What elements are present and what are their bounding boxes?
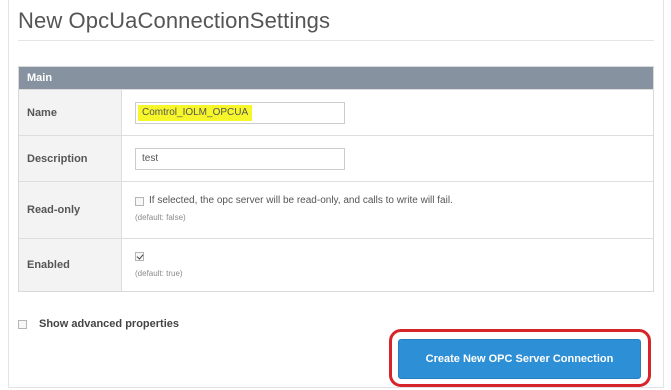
name-input[interactable]: Comtrol_IOLM_OPCUA [135, 102, 345, 124]
readonly-checkbox[interactable] [135, 197, 144, 206]
readonly-default-text: (default: false) [135, 213, 186, 222]
row-name: Name Comtrol_IOLM_OPCUA [19, 89, 653, 135]
name-input-value: Comtrol_IOLM_OPCUA [138, 105, 253, 121]
description-input-value: test [142, 153, 159, 164]
row-description: Description test [19, 135, 653, 181]
readonly-value-cell: If selected, the opc server will be read… [123, 182, 653, 238]
title-divider [18, 40, 654, 41]
enabled-value-cell: (default: true) [123, 239, 653, 291]
row-enabled: Enabled (default: true) [19, 238, 653, 291]
enabled-label: Enabled [19, 239, 122, 291]
readonly-label: Read-only [19, 182, 122, 238]
description-value-cell: test [123, 136, 653, 181]
page-title: New OpcUaConnectionSettings [18, 8, 331, 33]
description-label: Description [19, 136, 122, 181]
description-input[interactable]: test [135, 148, 345, 170]
create-connection-button[interactable]: Create New OPC Server Connection [398, 339, 641, 379]
readonly-help-text: If selected, the opc server will be read… [149, 195, 453, 206]
name-value-cell: Comtrol_IOLM_OPCUA [123, 90, 653, 135]
enabled-default-text: (default: true) [135, 269, 183, 278]
panel-header: Main [19, 67, 653, 89]
main-settings-panel: Main Name Comtrol_IOLM_OPCUA Description… [18, 66, 654, 292]
enabled-checkbox[interactable] [135, 252, 144, 261]
name-label: Name [19, 90, 122, 135]
advanced-checkbox[interactable] [18, 319, 27, 329]
row-readonly: Read-only If selected, the opc server wi… [19, 181, 653, 238]
advanced-toggle[interactable]: Show advanced properties [18, 318, 179, 330]
advanced-label[interactable]: Show advanced properties [39, 318, 179, 330]
